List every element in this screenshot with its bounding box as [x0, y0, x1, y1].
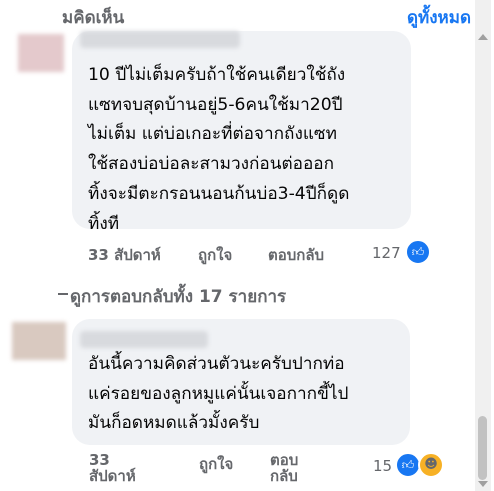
comment-line: มันก็อดหมดแล้วมั้งครับ [88, 413, 260, 434]
scroll-down-arrow-icon[interactable] [478, 481, 488, 487]
avatar[interactable] [18, 34, 64, 72]
timestamp-line: สัปดาห์ [89, 467, 136, 485]
thumbs-up-icon: 👍︎ [405, 239, 431, 265]
author-name-redacted[interactable] [80, 31, 240, 48]
timestamp-link[interactable]: 33 สัปดาห์ [89, 452, 136, 484]
comment-text: อันนี้ความคิดส่วนตัวนะครับปากท่อ แค่รอยข… [88, 350, 348, 439]
author-name-redacted[interactable] [80, 331, 208, 348]
view-replies-link[interactable]: ดูการตอบกลับทั้ง 17 รายการ [70, 283, 286, 310]
like-button[interactable]: ถูกใจ [199, 452, 233, 476]
scrollbar-thumb[interactable] [478, 416, 487, 480]
timestamp-link[interactable]: 33 สัปดาห์ [88, 243, 161, 267]
comments-heading: มคิดเห็น [62, 8, 125, 28]
reply-label-line: กลับ [270, 467, 298, 485]
like-button[interactable]: ถูกใจ [198, 243, 232, 267]
comment-bubble: อันนี้ความคิดส่วนตัวนะครับปากท่อ แค่รอยข… [72, 319, 410, 445]
avatar[interactable] [12, 322, 66, 360]
comment-line: แซทจบสุดบ้านอยู่5-6คนใช้มา20ปี [88, 94, 343, 115]
reply-button[interactable]: ตอบกลับ [268, 243, 324, 267]
reaction-count: 15 [373, 457, 393, 475]
comment-line: ใช้สองบ่อบ่อละสามวงก่อนต่อออก [88, 154, 335, 175]
comment-line: ไม่เต็ม แต่บ่อเกอะที่ต่อจากถังแซท [88, 124, 337, 145]
comment-line: อันนี้ความคิดส่วนตัวนะครับปากท่อ [88, 354, 345, 374]
comment-line: แค่รอยของลูกหมูแค่นั้นเจอกากขี้ไป [88, 383, 349, 404]
reply-connector [58, 293, 68, 295]
scroll-up-arrow-icon[interactable] [478, 34, 488, 40]
comments-header: มคิดเห็น ดูทั้งหมด [0, 0, 494, 30]
comment-line: 10 ปีไม่เต็มครับถ้าใช้คนเดียวใช้ถัง [88, 65, 346, 85]
reaction-count: 127 [372, 244, 401, 262]
reply-button[interactable]: ตอบ กลับ [270, 452, 298, 484]
comment-text: 10 ปีไม่เต็มครับถ้าใช้คนเดียวใช้ถัง แซทจ… [88, 61, 349, 239]
comment-line: ทิ้งจะมีตะกรอนนอนก้นบ่อ3-4ปีก็ดูด [88, 183, 350, 204]
comment-bubble: 10 ปีไม่เต็มครับถ้าใช้คนเดียวใช้ถัง แซทจ… [72, 31, 411, 234]
view-all-link[interactable]: ดูทั้งหมด [407, 4, 471, 31]
laughing-face-icon: ☻ [418, 452, 444, 478]
comment-line: ทิ้งที [88, 213, 120, 234]
